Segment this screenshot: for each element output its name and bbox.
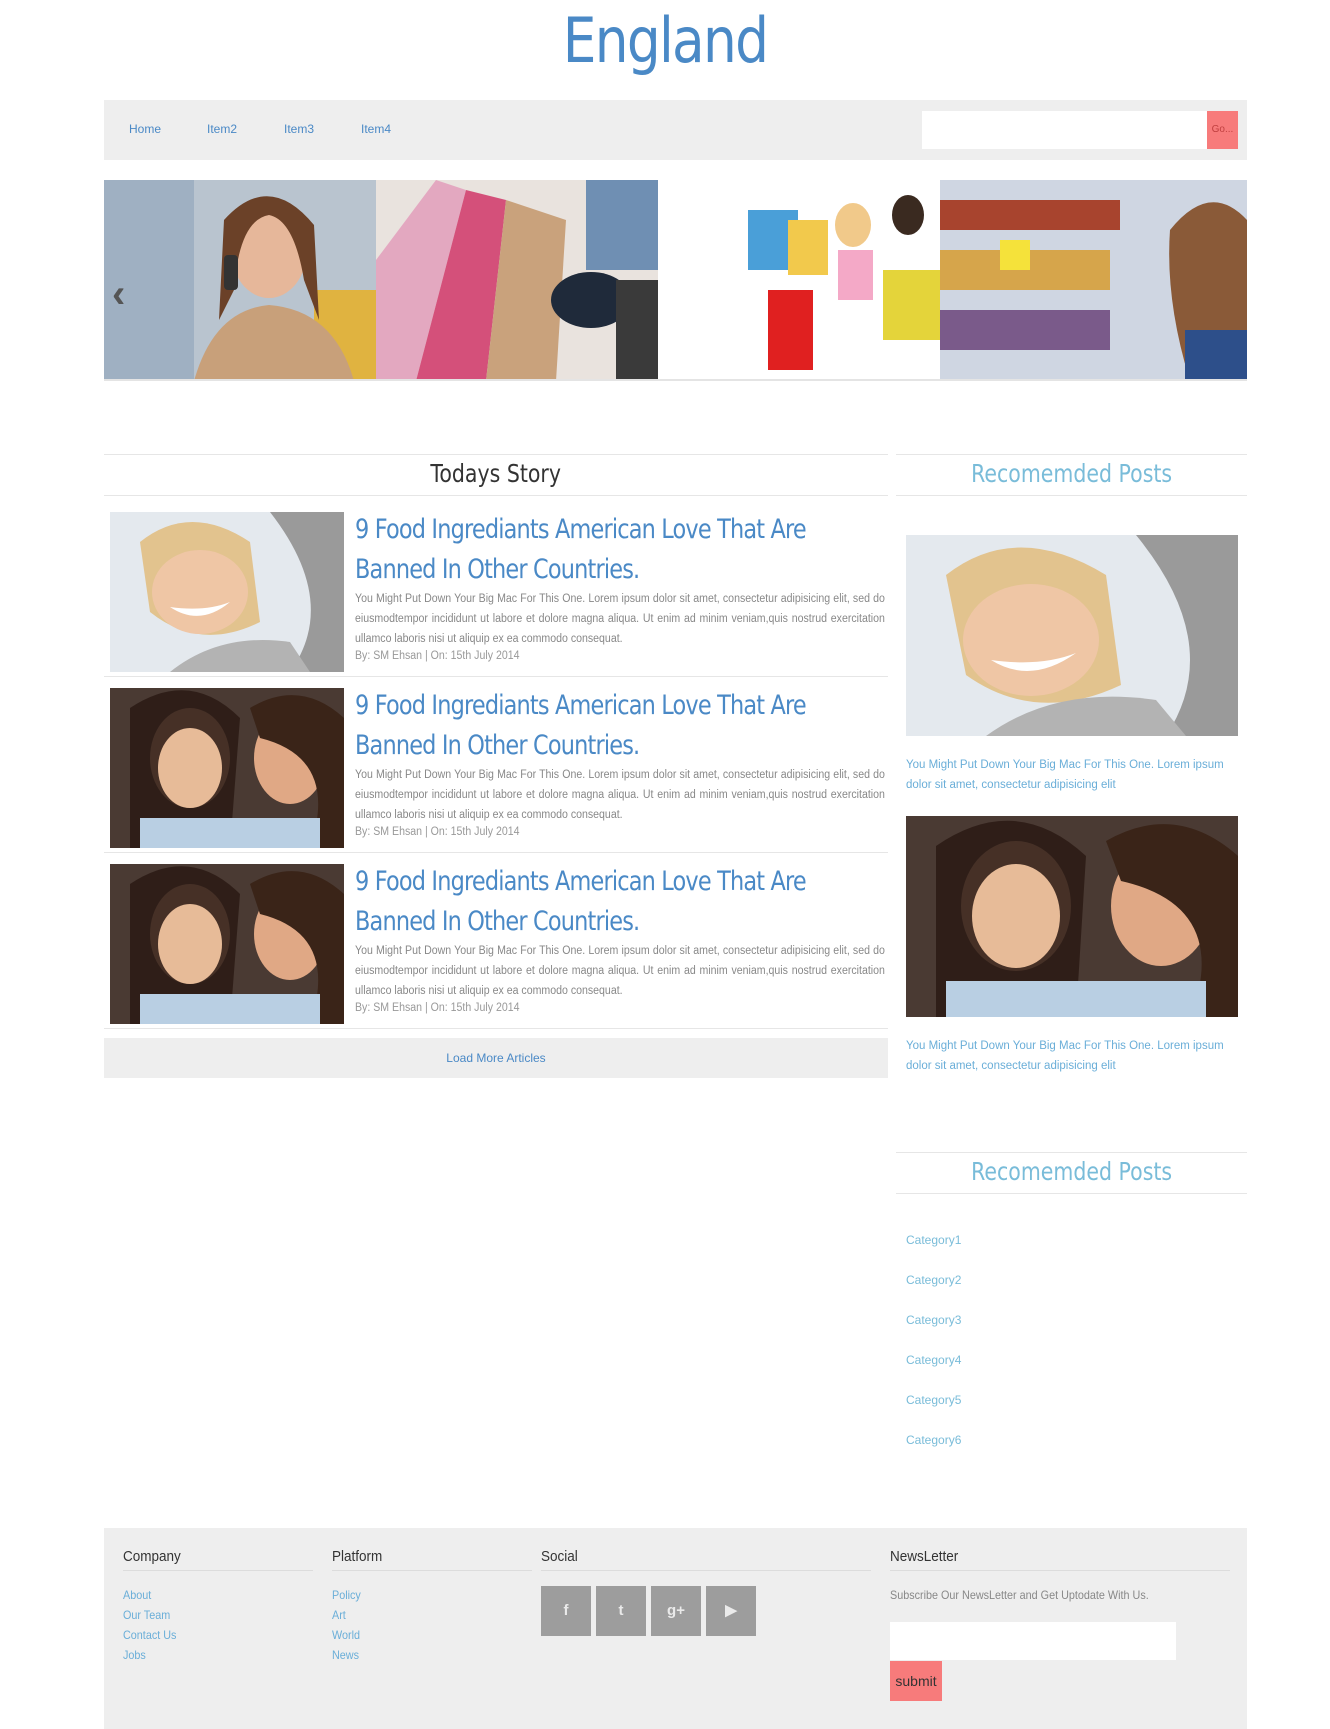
footer-link-world[interactable]: World bbox=[332, 1628, 360, 1642]
site-title[interactable]: England bbox=[93, 4, 1237, 77]
footer-link-art[interactable]: Art bbox=[332, 1608, 346, 1622]
chevron-left-icon[interactable]: ‹ bbox=[112, 274, 142, 314]
carousel-image-girls-with-bags bbox=[658, 180, 940, 379]
newsletter-description: Subscribe Our NewsLetter and Get Uptodat… bbox=[890, 1588, 1149, 1602]
category-link[interactable]: Category2 bbox=[906, 1273, 961, 1287]
recommended-post-text[interactable]: You Might Put Down Your Big Mac For This… bbox=[906, 755, 1238, 795]
category-link[interactable]: Category5 bbox=[906, 1393, 961, 1407]
youtube-icon[interactable]: ▶ bbox=[706, 1586, 756, 1636]
page: England Home Item2 Item3 Item4 Go... ‹ T… bbox=[0, 0, 1330, 1729]
facebook-icon[interactable]: f bbox=[541, 1586, 591, 1636]
footer-link-our-team[interactable]: Our Team bbox=[123, 1608, 170, 1622]
newsletter-submit-button[interactable]: submit bbox=[890, 1661, 942, 1701]
recommended-post-image[interactable] bbox=[906, 816, 1238, 1017]
carousel: ‹ bbox=[104, 180, 1247, 381]
search-input[interactable] bbox=[922, 111, 1207, 149]
footer-social-title: Social bbox=[541, 1548, 578, 1565]
todays-story-heading: Todays Story bbox=[104, 454, 888, 496]
carousel-image-supermarket bbox=[940, 180, 1247, 379]
article-title[interactable]: 9 Food Ingrediants American Love That Ar… bbox=[355, 686, 870, 766]
category-link[interactable]: Category3 bbox=[906, 1313, 961, 1327]
article-card: 9 Food Ingrediants American Love That Ar… bbox=[104, 507, 888, 677]
footer-platform-title: Platform bbox=[332, 1548, 383, 1565]
article-thumbnail[interactable] bbox=[110, 688, 344, 848]
article-excerpt: You Might Put Down Your Big Mac For This… bbox=[355, 945, 885, 997]
footer-newsletter-title: NewsLetter bbox=[890, 1548, 959, 1565]
recommended-post-image[interactable] bbox=[906, 535, 1238, 736]
load-more-button[interactable]: Load More Articles bbox=[104, 1038, 888, 1078]
category-link[interactable]: Category1 bbox=[906, 1233, 961, 1247]
article-meta: By: SM Ehsan | On: 15th July 2014 bbox=[355, 650, 520, 662]
footer-divider bbox=[541, 1570, 871, 1571]
nav-item-item4[interactable]: Item4 bbox=[361, 122, 391, 136]
categories-heading: Recomemded Posts bbox=[896, 1152, 1247, 1194]
nav-item-item2[interactable]: Item2 bbox=[207, 122, 237, 136]
newsletter-email-input[interactable] bbox=[890, 1622, 1176, 1660]
article-card: 9 Food Ingrediants American Love That Ar… bbox=[104, 859, 888, 1029]
footer: Company About Our Team Contact Us Jobs P… bbox=[104, 1528, 1247, 1729]
carousel-image-phone-shopper bbox=[104, 180, 376, 379]
article-meta: By: SM Ehsan | On: 15th July 2014 bbox=[355, 1002, 520, 1014]
carousel-image-shopping-bags bbox=[376, 180, 658, 379]
category-link[interactable]: Category4 bbox=[906, 1353, 961, 1367]
footer-link-about[interactable]: About bbox=[123, 1588, 151, 1602]
article-thumbnail[interactable] bbox=[110, 512, 344, 672]
footer-divider bbox=[890, 1570, 1230, 1571]
footer-link-contact-us[interactable]: Contact Us bbox=[123, 1628, 176, 1642]
footer-divider bbox=[123, 1570, 313, 1571]
article-title[interactable]: 9 Food Ingrediants American Love That Ar… bbox=[355, 510, 870, 590]
category-link[interactable]: Category6 bbox=[906, 1433, 961, 1447]
article-thumbnail[interactable] bbox=[110, 864, 344, 1024]
navbar: Home Item2 Item3 Item4 Go... bbox=[104, 100, 1247, 160]
recommended-posts-heading: Recomemded Posts bbox=[896, 454, 1247, 496]
go-button[interactable]: Go... bbox=[1207, 111, 1238, 149]
article-excerpt: You Might Put Down Your Big Mac For This… bbox=[355, 593, 885, 645]
footer-divider bbox=[332, 1570, 532, 1571]
article-title[interactable]: 9 Food Ingrediants American Love That Ar… bbox=[355, 862, 870, 942]
article-meta: By: SM Ehsan | On: 15th July 2014 bbox=[355, 826, 520, 838]
footer-company-title: Company bbox=[123, 1548, 181, 1565]
article-excerpt: You Might Put Down Your Big Mac For This… bbox=[355, 769, 885, 821]
footer-link-policy[interactable]: Policy bbox=[332, 1588, 361, 1602]
footer-link-news[interactable]: News bbox=[332, 1648, 359, 1662]
twitter-icon[interactable]: t bbox=[596, 1586, 646, 1636]
google-plus-icon[interactable]: g+ bbox=[651, 1586, 701, 1636]
recommended-post-text[interactable]: You Might Put Down Your Big Mac For This… bbox=[906, 1036, 1238, 1076]
nav-item-home[interactable]: Home bbox=[129, 122, 161, 136]
footer-link-jobs[interactable]: Jobs bbox=[123, 1648, 146, 1662]
nav-item-item3[interactable]: Item3 bbox=[284, 122, 314, 136]
article-card: 9 Food Ingrediants American Love That Ar… bbox=[104, 683, 888, 853]
